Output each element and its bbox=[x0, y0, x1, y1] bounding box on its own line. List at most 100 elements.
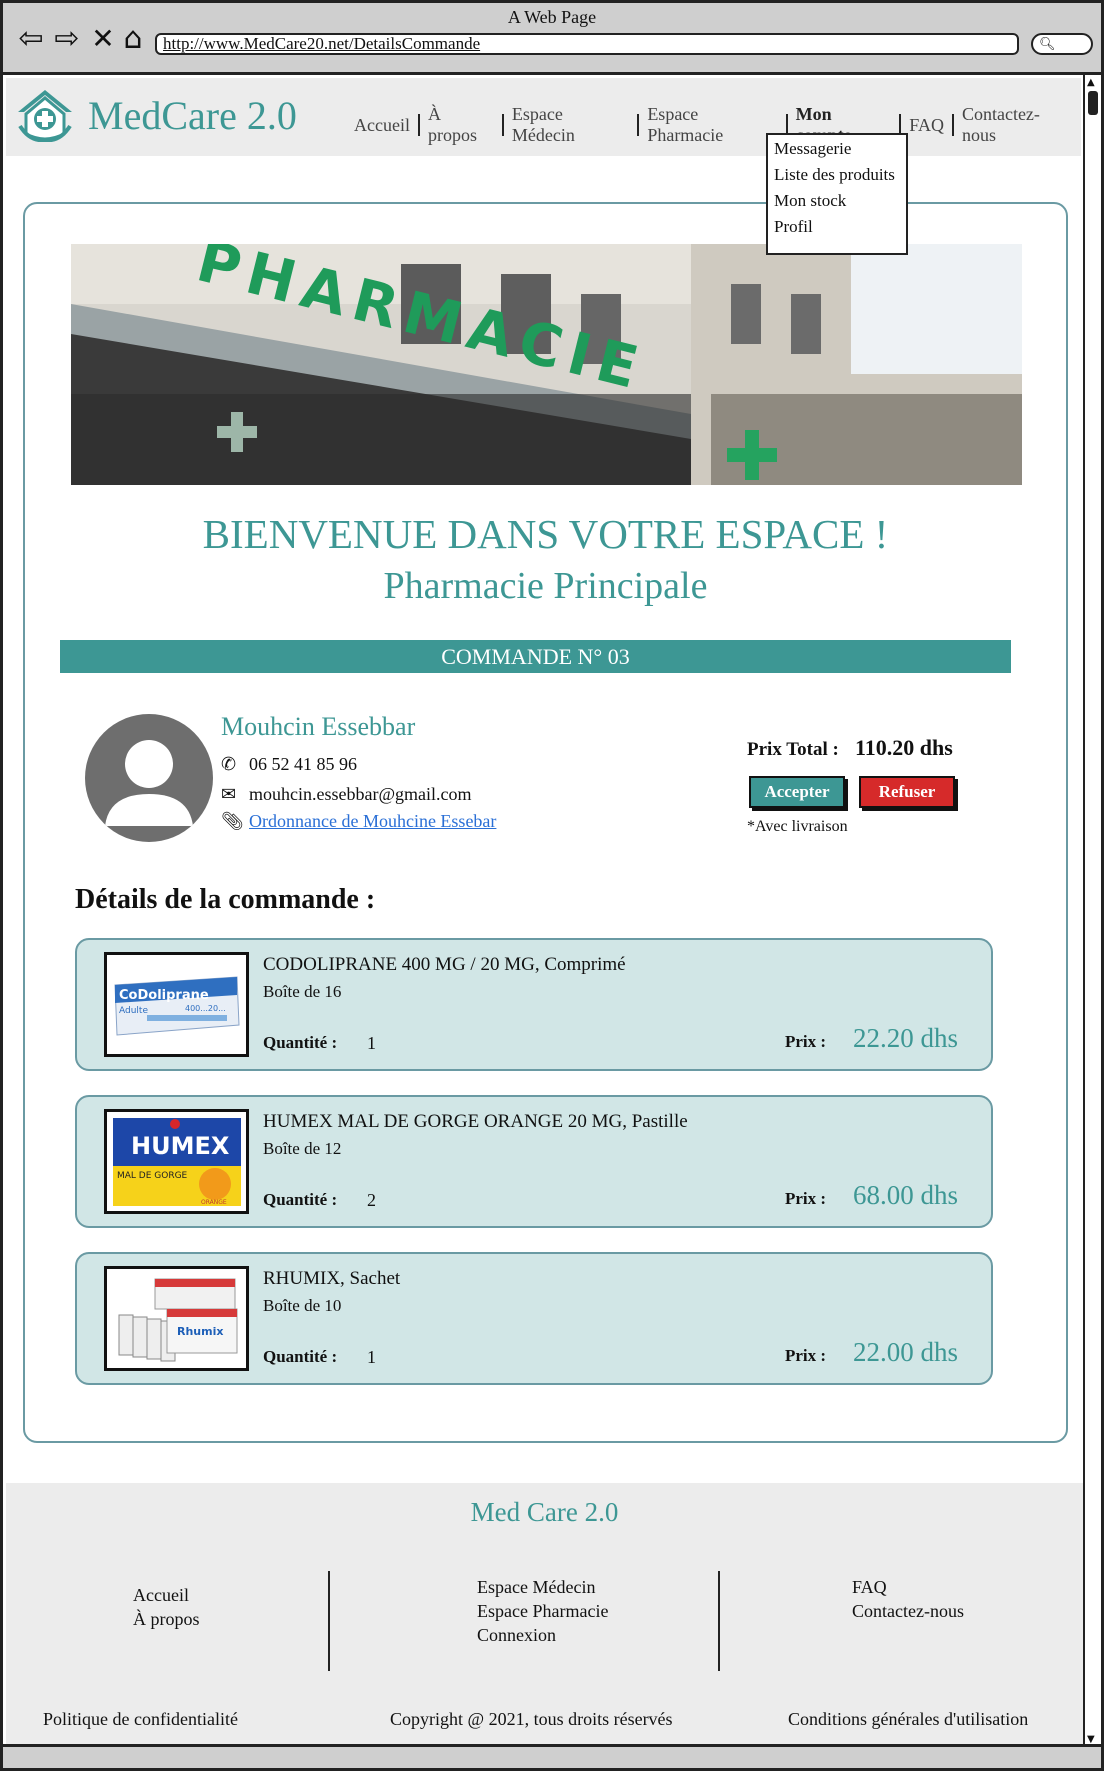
rhumix-brand-text: Rhumix bbox=[177, 1325, 223, 1338]
envelope-icon: ✉ bbox=[221, 784, 237, 805]
footer-link-espace-pharmacie[interactable]: Espace Pharmacie bbox=[477, 1599, 608, 1623]
product-image: CoDoliprane Adulte 400...20... bbox=[104, 952, 249, 1057]
price-label: Prix : bbox=[785, 1189, 827, 1208]
total-price-value: 110.20 dhs bbox=[855, 735, 953, 760]
product-packaging: Boîte de 16 bbox=[263, 982, 342, 1001]
url-bar[interactable]: http://www.MedCare20.net/DetailsCommande bbox=[155, 33, 1019, 55]
site-header: MedCare 2.0 Accueil À propos Espace Méde… bbox=[6, 78, 1081, 156]
accept-button[interactable]: Accepter bbox=[749, 776, 845, 808]
order-number-banner: COMMANDE N° 03 bbox=[60, 640, 1011, 673]
medcare-logo-icon[interactable] bbox=[14, 86, 76, 142]
product-card: HUMEX MAL DE GORGE ORANGE HUMEX MAL DE G… bbox=[75, 1095, 993, 1228]
quantity-value: 2 bbox=[367, 1190, 376, 1210]
order-details-card: PHARMACIE BIENVENUE DANS VOTRE ESPACE ! … bbox=[23, 202, 1068, 1443]
terms-link[interactable]: Conditions générales d'utilisation bbox=[788, 1709, 1028, 1730]
footer-link-accueil[interactable]: Accueil bbox=[133, 1583, 200, 1607]
patient-phone-row: ✆ 06 52 41 85 96 bbox=[221, 754, 357, 775]
nav-faq[interactable]: FAQ bbox=[901, 115, 952, 136]
quantity-value: 1 bbox=[367, 1347, 376, 1367]
codoliprane-dose-text: 400...20... bbox=[185, 1004, 226, 1013]
footer-link-espace-medecin[interactable]: Espace Médecin bbox=[477, 1575, 608, 1599]
patient-name: Mouhcin Essebbar bbox=[221, 712, 416, 741]
prescription-link[interactable]: Ordonnance de Mouhcine Essebar bbox=[249, 811, 496, 832]
patient-phone: 06 52 41 85 96 bbox=[249, 754, 357, 774]
nav-contactez-nous[interactable]: Contactez-nous bbox=[954, 104, 1081, 146]
nav-a-propos[interactable]: À propos bbox=[420, 104, 502, 146]
humex-flavor-text: ORANGE bbox=[201, 1199, 227, 1206]
user-avatar-icon bbox=[105, 740, 193, 826]
codoliprane-sub-text: Adulte bbox=[119, 1006, 148, 1016]
total-price-label: Prix Total : bbox=[747, 739, 839, 760]
patient-email: mouhcin.essebbar@gmail.com bbox=[249, 784, 472, 804]
price-value: 22.20 dhs bbox=[853, 1023, 959, 1053]
price-label: Prix : bbox=[785, 1346, 827, 1365]
pharmacy-name: Pharmacie Principale bbox=[383, 565, 708, 607]
search-icon: 🔍︎ bbox=[1039, 37, 1056, 52]
welcome-heading: BIENVENUE DANS VOTRE ESPACE ! bbox=[202, 511, 889, 557]
rhumix-box-image: Rhumix bbox=[107, 1269, 246, 1368]
back-icon[interactable]: ⇦ bbox=[15, 23, 47, 55]
footer-column-2: Espace Médecin Espace Pharmacie Connexio… bbox=[477, 1575, 608, 1647]
quantity-label: Quantité : bbox=[263, 1347, 338, 1366]
codoliprane-brand-text: CoDoliprane bbox=[119, 988, 209, 1003]
delivery-note: *Avec livraison bbox=[747, 818, 848, 835]
footer-link-faq[interactable]: FAQ bbox=[852, 1575, 964, 1599]
dropdown-item-profil[interactable]: Profil bbox=[774, 214, 906, 240]
product-name: RHUMIX, Sachet bbox=[263, 1268, 401, 1289]
humex-box-image: HUMEX MAL DE GORGE ORANGE bbox=[107, 1112, 246, 1211]
dropdown-item-liste-produits[interactable]: Liste des produits bbox=[774, 162, 906, 188]
browser-status-bar bbox=[3, 1744, 1101, 1768]
vertical-scrollbar[interactable]: ▲ ▼ bbox=[1083, 75, 1101, 1747]
patient-email-row: ✉ mouhcin.essebbar@gmail.com bbox=[221, 784, 472, 805]
nav-accueil[interactable]: Accueil bbox=[346, 115, 418, 136]
price-value: 68.00 dhs bbox=[853, 1180, 959, 1210]
codoliprane-box-image: CoDoliprane Adulte 400...20... bbox=[107, 955, 246, 1054]
product-packaging: Boîte de 10 bbox=[263, 1296, 342, 1315]
window-title: A Web Page bbox=[507, 7, 597, 27]
prescription-row: 📎︎ Ordonnance de Mouhcine Essebar bbox=[221, 811, 496, 832]
paperclip-icon: 📎︎ bbox=[221, 811, 244, 832]
product-card: CoDoliprane Adulte 400...20... CODOLIPRA… bbox=[75, 938, 993, 1071]
nav-espace-medecin[interactable]: Espace Médecin bbox=[504, 104, 637, 146]
humex-sub-text: MAL DE GORGE bbox=[117, 1171, 188, 1181]
product-card: Rhumix RHUMIX, Sachet Boîte de 10 Quanti… bbox=[75, 1252, 993, 1385]
refuse-button[interactable]: Refuser bbox=[859, 776, 955, 808]
patient-avatar bbox=[85, 714, 213, 842]
product-image: Rhumix bbox=[104, 1266, 249, 1371]
account-dropdown-menu: Messagerie Liste des produits Mon stock … bbox=[766, 133, 908, 255]
dropdown-item-mon-stock[interactable]: Mon stock bbox=[774, 188, 906, 214]
scroll-up-arrow-icon[interactable]: ▲ bbox=[1087, 77, 1095, 88]
pharmacy-banner-image: PHARMACIE bbox=[71, 244, 1022, 485]
browser-titlebar: A Web Page ⇦ ⇨ ✕ ⌂ http://www.MedCare20.… bbox=[3, 3, 1101, 75]
footer-link-contactez-nous[interactable]: Contactez-nous bbox=[852, 1599, 964, 1623]
footer-link-a-propos[interactable]: À propos bbox=[133, 1607, 200, 1631]
forward-icon[interactable]: ⇨ bbox=[51, 23, 83, 55]
home-icon[interactable]: ⌂ bbox=[117, 23, 149, 55]
privacy-policy-link[interactable]: Politique de confidentialité bbox=[43, 1709, 238, 1730]
copyright-text: Copyright @ 2021, tous droits réservés bbox=[390, 1709, 673, 1729]
order-details-heading: Détails de la commande : bbox=[75, 884, 376, 915]
phone-icon: ✆ bbox=[221, 754, 237, 775]
footer-title: Med Care 2.0 bbox=[470, 1497, 619, 1527]
logo-text[interactable]: MedCare 2.0 bbox=[88, 92, 297, 139]
quantity-value: 1 bbox=[367, 1033, 376, 1053]
footer-link-connexion[interactable]: Connexion bbox=[477, 1623, 608, 1647]
site-footer: Med Care 2.0 Accueil À propos Espace Méd… bbox=[6, 1483, 1083, 1745]
browser-window: A Web Page ⇦ ⇨ ✕ ⌂ http://www.MedCare20.… bbox=[0, 0, 1104, 1771]
close-icon[interactable]: ✕ bbox=[87, 23, 119, 55]
scroll-thumb[interactable] bbox=[1088, 91, 1098, 115]
dropdown-item-messagerie[interactable]: Messagerie bbox=[774, 136, 906, 162]
nav-espace-pharmacie[interactable]: Espace Pharmacie bbox=[639, 104, 785, 146]
product-name: HUMEX MAL DE GORGE ORANGE 20 MG, Pastill… bbox=[263, 1111, 688, 1132]
price-value: 22.00 dhs bbox=[853, 1337, 959, 1367]
product-name: CODOLIPRANE 400 MG / 20 MG, Comprimé bbox=[263, 954, 626, 975]
browser-search-field[interactable]: 🔍︎ bbox=[1031, 33, 1093, 55]
quantity-label: Quantité : bbox=[263, 1033, 338, 1052]
footer-column-1: Accueil À propos bbox=[133, 1583, 200, 1631]
product-packaging: Boîte de 12 bbox=[263, 1139, 342, 1158]
footer-column-3: FAQ Contactez-nous bbox=[852, 1575, 964, 1623]
top-navigation: Accueil À propos Espace Médecin Espace P… bbox=[346, 104, 1081, 146]
quantity-label: Quantité : bbox=[263, 1190, 338, 1209]
footer-divider bbox=[328, 1571, 330, 1671]
footer-divider bbox=[718, 1571, 720, 1671]
